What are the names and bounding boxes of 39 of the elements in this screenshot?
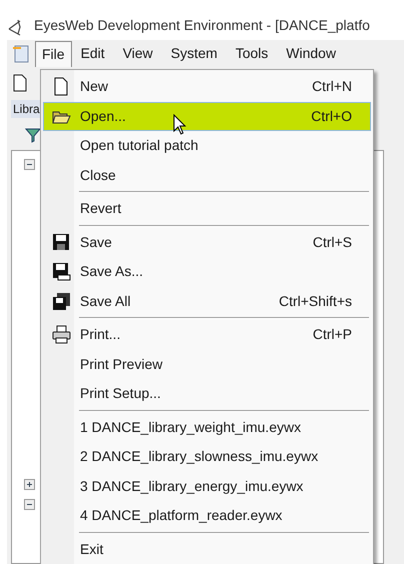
menu-item[interactable]: Print Preview	[43, 350, 371, 379]
menu-item[interactable]: Save As...	[43, 257, 371, 286]
menu-item[interactable]: Save Ctrl+S	[43, 228, 371, 257]
shortcut-label: Ctrl+O	[311, 106, 353, 126]
window-title: EyesWeb Development Environment - [DANCE_platfo	[34, 16, 370, 35]
menu-bar-item[interactable]: Tools	[226, 41, 278, 67]
menu-item[interactable]: Save All Ctrl+Shift+s	[43, 286, 371, 316]
menu-item[interactable]: New Ctrl+N	[43, 72, 371, 102]
menu-bar-item[interactable]: Window	[277, 41, 345, 67]
page-icon	[52, 77, 70, 96]
floppy-disks-icon	[52, 292, 70, 311]
document-icon[interactable]	[11, 44, 31, 64]
menu-item[interactable]: Revert	[43, 194, 371, 224]
shortcut-label: Ctrl+N	[312, 77, 353, 96]
menu-bar-item[interactable]: View	[114, 41, 162, 67]
shortcut-label: Ctrl+P	[312, 325, 353, 344]
printer-icon	[52, 325, 70, 344]
menu-bar-item[interactable]: Edit	[72, 41, 114, 67]
library-tab[interactable]: Libra	[11, 100, 42, 118]
menu-bar-item[interactable]: System	[162, 41, 226, 67]
menu-item[interactable]: Print... Ctrl+P	[43, 320, 371, 350]
mouse-cursor-icon	[173, 114, 187, 136]
shortcut-label: Ctrl+S	[312, 232, 353, 252]
new-page-icon[interactable]	[13, 74, 27, 92]
menu-item[interactable]: 4 DANCE_platform_reader.eywx	[43, 501, 371, 530]
collapse-icon[interactable]	[24, 499, 35, 510]
menu-item[interactable]: 3 DANCE_library_energy_imu.eywx	[43, 472, 371, 501]
menu-item[interactable]: Close	[43, 160, 371, 190]
collapse-icon[interactable]	[24, 159, 35, 170]
menu-item[interactable]: Print Setup...	[43, 379, 371, 408]
shortcut-label: Ctrl+Shift+s	[278, 292, 353, 311]
menu-item[interactable]: Exit	[43, 534, 371, 564]
menu-item[interactable]: Open... Ctrl+O	[43, 102, 371, 131]
expand-icon[interactable]	[24, 479, 35, 490]
menu-item[interactable]: 1 DANCE_library_weight_imu.eywx	[43, 412, 371, 442]
menu-bar-item[interactable]: File	[35, 41, 72, 67]
menu-item[interactable]: 2 DANCE_library_slowness_imu.eywx	[43, 442, 371, 472]
filter-icon[interactable]	[25, 127, 41, 143]
menu-item[interactable]: Open tutorial patch	[43, 131, 371, 160]
